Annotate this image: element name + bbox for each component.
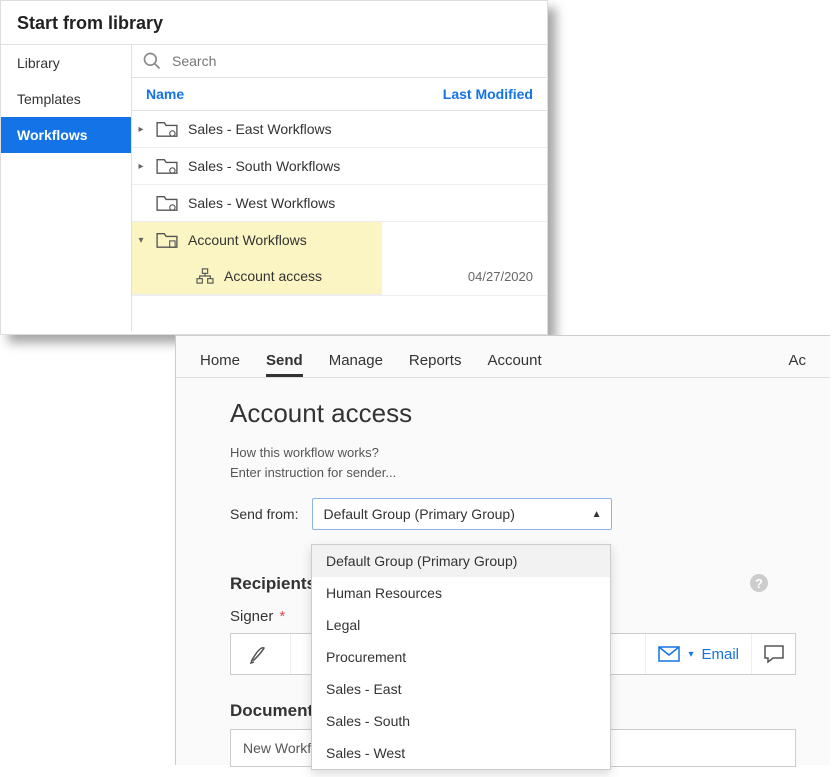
dropdown-option[interactable]: Sales - South — [312, 705, 610, 737]
top-nav: Home Send Manage Reports Account Ac — [176, 336, 830, 378]
dropdown-option[interactable]: Sales - East — [312, 673, 610, 705]
nav-account[interactable]: Account — [487, 342, 541, 377]
chevron-right-icon: ▸ — [136, 161, 146, 172]
column-header: Name Last Modified — [132, 78, 547, 111]
nav-right-truncated[interactable]: Ac — [788, 342, 806, 377]
chevron-right-icon: ▸ — [136, 124, 146, 135]
send-from-label: Send from: — [230, 506, 298, 522]
folder-icon — [156, 157, 178, 175]
search-row — [132, 45, 547, 78]
private-message-button[interactable] — [751, 634, 795, 674]
dropdown-option[interactable]: Procurement — [312, 641, 610, 673]
folder-label: Sales - South Workflows — [188, 158, 539, 174]
nav-reports[interactable]: Reports — [409, 342, 462, 377]
dropdown-option[interactable]: Human Resources — [312, 577, 610, 609]
folder-label: Sales - East Workflows — [188, 121, 539, 137]
workflow-icon — [196, 268, 214, 284]
envelope-icon — [658, 646, 680, 662]
sidebar-item-workflows[interactable]: Workflows — [1, 117, 131, 153]
signer-role-button[interactable] — [231, 634, 291, 674]
folder-label: Sales - West Workflows — [188, 195, 539, 211]
col-name[interactable]: Name — [146, 86, 184, 102]
workflow-date: 04/27/2020 — [468, 269, 547, 284]
col-modified[interactable]: Last Modified — [443, 86, 533, 102]
folder-label: Account Workflows — [188, 232, 374, 248]
nav-manage[interactable]: Manage — [329, 342, 383, 377]
page-title: Account access — [230, 398, 796, 429]
workflow-row[interactable]: Account access 04/27/2020 — [132, 258, 547, 296]
library-title: Start from library — [1, 1, 547, 44]
folder-row-sales-south[interactable]: ▸ Sales - South Workflows — [132, 148, 547, 185]
recipients-heading: Recipients — [230, 574, 316, 594]
sidebar-item-templates[interactable]: Templates — [1, 81, 131, 117]
sidebar-item-library[interactable]: Library — [1, 45, 131, 81]
folder-icon — [156, 194, 178, 212]
chevron-down-icon: ▾ — [688, 649, 693, 660]
email-verify-button[interactable]: ▾ Email — [645, 634, 751, 674]
email-label: Email — [701, 646, 739, 663]
dropdown-option[interactable]: Default Group (Primary Group) — [312, 545, 610, 577]
help-line-1: How this workflow works? — [230, 443, 796, 463]
help-line-2: Enter instruction for sender... — [230, 463, 796, 483]
search-input[interactable] — [172, 53, 537, 69]
search-icon — [142, 51, 162, 71]
send-from-dropdown[interactable]: Default Group (Primary Group) ▲ — [312, 498, 612, 530]
signer-label: Signer — [230, 608, 273, 625]
library-body: Library Templates Workflows Name Last Mo… — [1, 44, 547, 331]
folder-row-sales-west[interactable]: Sales - West Workflows — [132, 185, 547, 222]
chevron-down-icon: ▾ — [136, 235, 146, 246]
pen-icon — [249, 644, 273, 664]
help-icon[interactable]: ? — [750, 574, 768, 592]
folder-row-account[interactable]: ▾ Account Workflows — [132, 222, 382, 258]
dropdown-selected: Default Group (Primary Group) — [323, 506, 514, 522]
send-panel: Home Send Manage Reports Account Ac Acco… — [175, 335, 830, 765]
library-sidebar: Library Templates Workflows — [1, 45, 131, 331]
nav-send[interactable]: Send — [266, 342, 303, 377]
speech-bubble-icon — [763, 644, 785, 664]
folder-icon — [156, 120, 178, 138]
dropdown-option[interactable]: Sales - West — [312, 737, 610, 769]
page-content: Account access How this workflow works? … — [176, 378, 830, 777]
dropdown-option[interactable]: Legal — [312, 609, 610, 641]
folder-icon — [156, 231, 178, 249]
send-from-row: Send from: Default Group (Primary Group)… — [230, 498, 796, 530]
library-panel: Start from library Library Templates Wor… — [0, 0, 548, 335]
dropdown-list: Default Group (Primary Group) Human Reso… — [311, 544, 611, 770]
library-main: Name Last Modified ▸ Sales - East Workfl… — [131, 45, 547, 331]
required-asterisk: * — [279, 608, 285, 625]
folder-row-sales-east[interactable]: ▸ Sales - East Workflows — [132, 111, 547, 148]
workflow-label: Account access — [224, 268, 322, 284]
chevron-up-icon: ▲ — [592, 509, 602, 520]
nav-home[interactable]: Home — [200, 342, 240, 377]
